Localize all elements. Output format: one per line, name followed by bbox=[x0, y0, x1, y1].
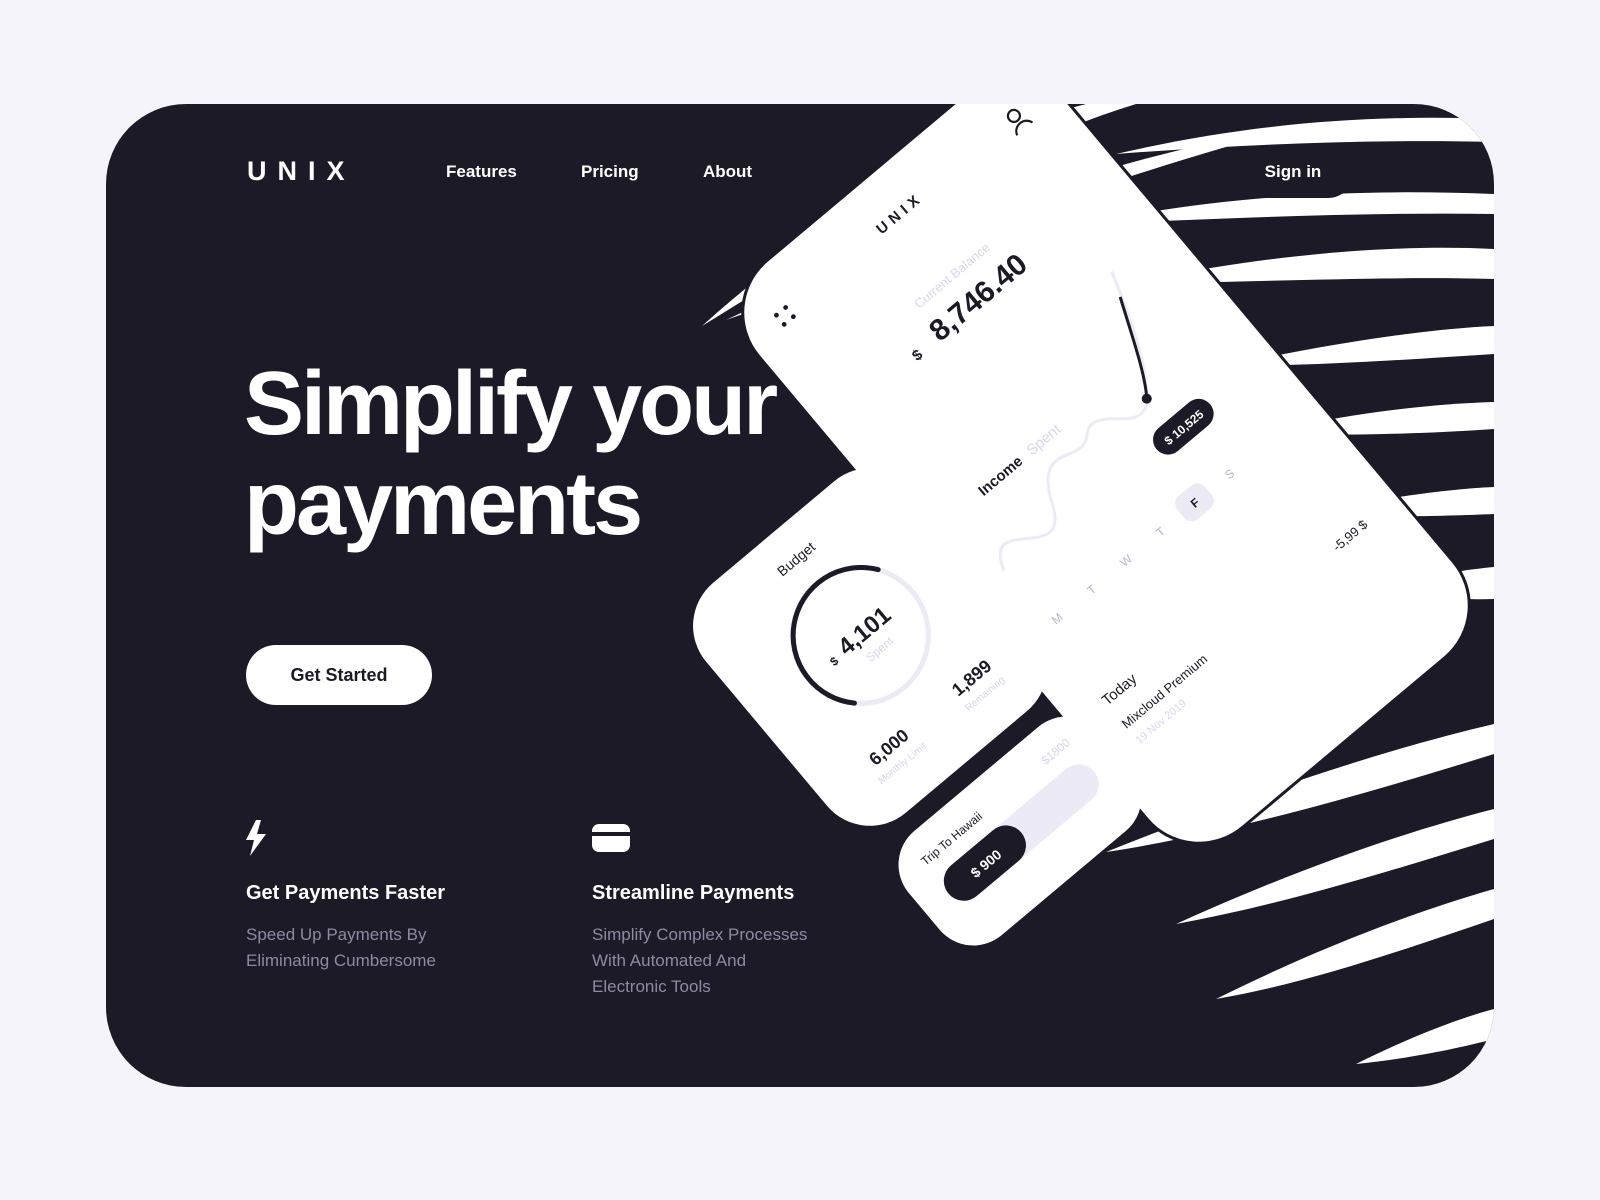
feature-desc-streamline-line-1: Simplify Complex Processes bbox=[592, 925, 808, 944]
feature-desc-streamline-line-2: With Automated And bbox=[592, 951, 747, 970]
brand-logo[interactable]: UNIX bbox=[247, 156, 356, 187]
feature-desc-streamline: Simplify Complex Processes With Automate… bbox=[592, 922, 807, 1000]
hero-card: UNIX Current Balance $ 8,746.40 Income S… bbox=[106, 104, 1494, 1087]
lightning-icon bbox=[244, 820, 268, 861]
nav-features[interactable]: Features bbox=[446, 162, 517, 182]
feature-desc-faster-line-2: Eliminating Cumbersome bbox=[246, 951, 436, 970]
nav-about[interactable]: About bbox=[703, 162, 752, 182]
feature-desc-faster: Speed Up Payments By Eliminating Cumbers… bbox=[246, 922, 436, 974]
get-started-button[interactable]: Get Started bbox=[246, 645, 432, 705]
feature-title-faster: Get Payments Faster bbox=[246, 882, 445, 904]
nav-pricing[interactable]: Pricing bbox=[581, 162, 639, 182]
credit-card-icon bbox=[592, 824, 630, 857]
hero-line-2: payments bbox=[244, 454, 643, 554]
sign-in-button[interactable]: Sign in bbox=[1232, 146, 1354, 198]
feature-desc-streamline-line-3: Electronic Tools bbox=[592, 977, 711, 996]
hero-line-1: Simplify your bbox=[244, 354, 778, 454]
feature-desc-faster-line-1: Speed Up Payments By bbox=[246, 925, 427, 944]
feature-title-streamline: Streamline Payments bbox=[592, 882, 795, 904]
hero-headline: Simplify your payments bbox=[244, 354, 778, 554]
